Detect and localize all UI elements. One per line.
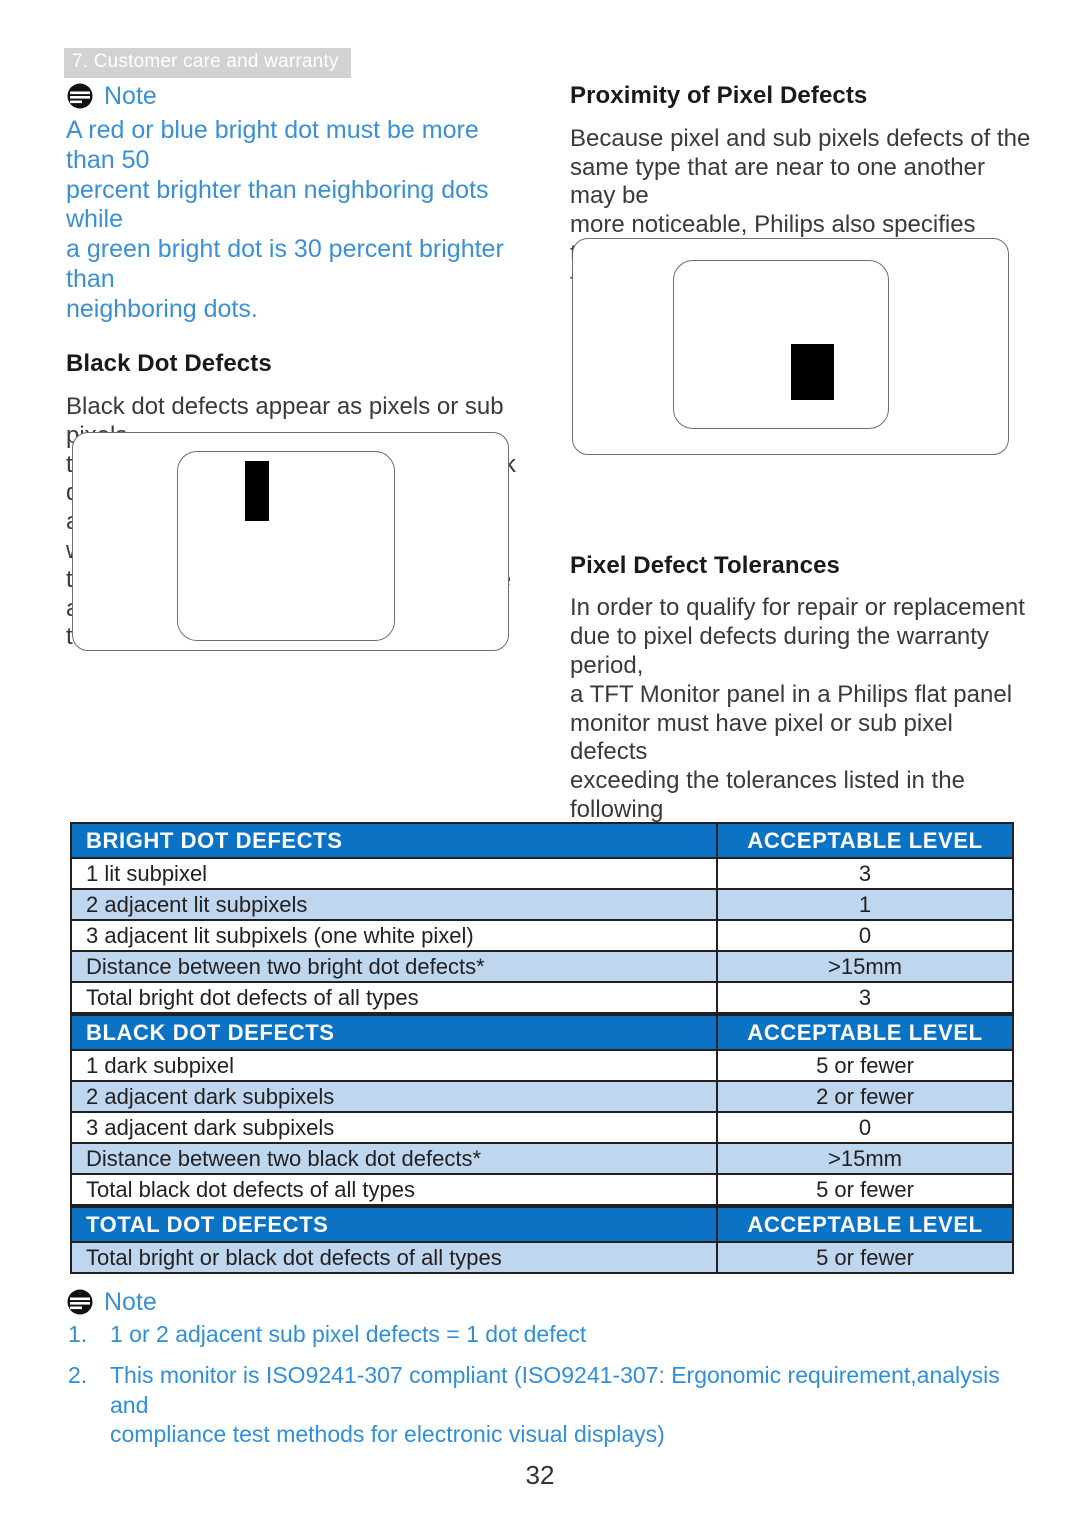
heading-black-dot-defects: Black Dot Defects [66, 350, 272, 378]
table-row: Total bright dot defects of all types 3 [70, 981, 1014, 1014]
note-line: a green bright dot is 30 percent brighte… [66, 235, 504, 293]
list-item: 1. 1 or 2 adjacent sub pixel defects = 1… [66, 1320, 1016, 1349]
table-header-row: TOTAL DOT DEFECTS ACCEPTABLE LEVEL [70, 1206, 1014, 1243]
note-line: neighboring dots. [66, 294, 258, 323]
black-dot-marker [791, 344, 834, 400]
note-heading-bottom: Note [66, 1288, 1016, 1316]
monitor-screen-area [673, 260, 889, 429]
cell-value: 5 or fewer [716, 1241, 1014, 1274]
pixel-defect-tolerance-tables: BRIGHT DOT DEFECTS ACCEPTABLE LEVEL 1 li… [70, 822, 1014, 1274]
column-header-defect-type: BRIGHT DOT DEFECTS [70, 822, 718, 859]
page-number: 32 [525, 1460, 555, 1490]
table-header-row: BRIGHT DOT DEFECTS ACCEPTABLE LEVEL [70, 822, 1014, 859]
note-line: percent brighter than neighboring dots w… [66, 175, 489, 234]
cell-label: 1 lit subpixel [70, 857, 718, 890]
note-list: 1. 1 or 2 adjacent sub pixel defects = 1… [66, 1320, 1016, 1450]
table-row: Total black dot defects of all types 5 o… [70, 1173, 1014, 1206]
note-label-top: Note [104, 81, 157, 110]
column-header-defect-type: TOTAL DOT DEFECTS [70, 1206, 718, 1243]
table-black-dot-defects: BLACK DOT DEFECTS ACCEPTABLE LEVEL 1 dar… [70, 1014, 1014, 1206]
bottom-note-block: Note 1. 1 or 2 adjacent sub pixel defect… [66, 1288, 1016, 1462]
cell-label: Total black dot defects of all types [70, 1173, 718, 1206]
text-line: In order to qualify for repair or replac… [570, 594, 1025, 622]
table-row: 1 lit subpixel 3 [70, 857, 1014, 890]
text-line: Because pixel and sub pixels defects of … [570, 124, 1031, 152]
cell-value: 1 [716, 888, 1014, 921]
cell-label: Distance between two bright dot defects* [70, 950, 718, 983]
cell-value: 3 [716, 857, 1014, 890]
table-row: 2 adjacent dark subpixels 2 or fewer [70, 1080, 1014, 1113]
cell-value: 5 or fewer [716, 1173, 1014, 1206]
cell-label: 2 adjacent dark subpixels [70, 1080, 718, 1113]
list-item-line: This monitor is ISO9241-307 compliant (I… [110, 1362, 1000, 1418]
cell-value: 0 [716, 1111, 1014, 1144]
monitor-outline [572, 238, 1009, 455]
cell-value: >15mm [716, 1142, 1014, 1175]
cell-value: 3 [716, 981, 1014, 1014]
column-header-defect-type: BLACK DOT DEFECTS [70, 1014, 718, 1051]
cell-label: 2 adjacent lit subpixels [70, 888, 718, 921]
text-line: a TFT Monitor panel in a Philips flat pa… [570, 680, 1013, 708]
right-column: Proximity of Pixel Defects Because pixel… [570, 82, 1032, 854]
text-line: same type that are near to one another m… [570, 153, 985, 210]
note-heading-top: Note [66, 82, 518, 110]
list-item-line: 1 or 2 adjacent sub pixel defects = 1 do… [110, 1321, 587, 1347]
table-row: 2 adjacent lit subpixels 1 [70, 888, 1014, 921]
black-dot-marker [245, 461, 269, 521]
heading-proximity-of-pixel-defects: Proximity of Pixel Defects [570, 82, 868, 109]
cell-label: 3 adjacent lit subpixels (one white pixe… [70, 919, 718, 952]
table-bright-dot-defects: BRIGHT DOT DEFECTS ACCEPTABLE LEVEL 1 li… [70, 822, 1014, 1014]
table-row: Total bright or black dot defects of all… [70, 1241, 1014, 1274]
table-header-row: BLACK DOT DEFECTS ACCEPTABLE LEVEL [70, 1014, 1014, 1051]
table-row: 3 adjacent lit subpixels (one white pixe… [70, 919, 1014, 952]
table-row: 3 adjacent dark subpixels 0 [70, 1111, 1014, 1144]
list-item-number: 1. [68, 1321, 88, 1347]
monitor-screen-area [177, 451, 395, 641]
paragraph-tolerances: In order to qualify for repair or replac… [570, 594, 1032, 853]
cell-label: 3 adjacent dark subpixels [70, 1111, 718, 1144]
monitor-outline [72, 432, 509, 651]
cell-value: 2 or fewer [716, 1080, 1014, 1113]
cell-value: >15mm [716, 950, 1014, 983]
heading-pixel-defect-tolerances: Pixel Defect Tolerances [570, 551, 840, 579]
running-head: 7. Customer care and warranty [64, 48, 351, 78]
list-item: 2. This monitor is ISO9241-307 compliant… [66, 1361, 1016, 1449]
table-total-dot-defects: TOTAL DOT DEFECTS ACCEPTABLE LEVEL Total… [70, 1206, 1014, 1274]
text-line: exceeding the tolerances listed in the f… [570, 767, 965, 823]
cell-label: 1 dark subpixel [70, 1049, 718, 1082]
note-label-bottom: Note [104, 1287, 157, 1316]
column-header-acceptable-level: ACCEPTABLE LEVEL [716, 1206, 1014, 1243]
note-icon [67, 83, 93, 109]
column-header-acceptable-level: ACCEPTABLE LEVEL [716, 1014, 1014, 1051]
text-line: monitor must have pixel or sub pixel def… [570, 709, 953, 766]
cell-value: 5 or fewer [716, 1049, 1014, 1082]
note-line: A red or blue bright dot must be more th… [66, 116, 479, 174]
proximity-illustration [572, 238, 1009, 455]
table-row: Distance between two black dot defects* … [70, 1142, 1014, 1175]
table-row: 1 dark subpixel 5 or fewer [70, 1049, 1014, 1082]
column-header-acceptable-level: ACCEPTABLE LEVEL [716, 822, 1014, 859]
cell-label: Distance between two black dot defects* [70, 1142, 718, 1175]
cell-label: Total bright dot defects of all types [70, 981, 718, 1014]
black-dot-illustration [72, 432, 509, 651]
note-body-top: A red or blue bright dot must be more th… [66, 116, 518, 324]
cell-label: Total bright or black dot defects of all… [70, 1241, 718, 1274]
table-row: Distance between two bright dot defects*… [70, 950, 1014, 983]
cell-value: 0 [716, 919, 1014, 952]
list-item-number: 2. [68, 1362, 88, 1389]
list-item-line: compliance test methods for electronic v… [110, 1421, 665, 1448]
text-line: due to pixel defects during the warranty… [570, 623, 989, 679]
note-icon [67, 1289, 93, 1315]
